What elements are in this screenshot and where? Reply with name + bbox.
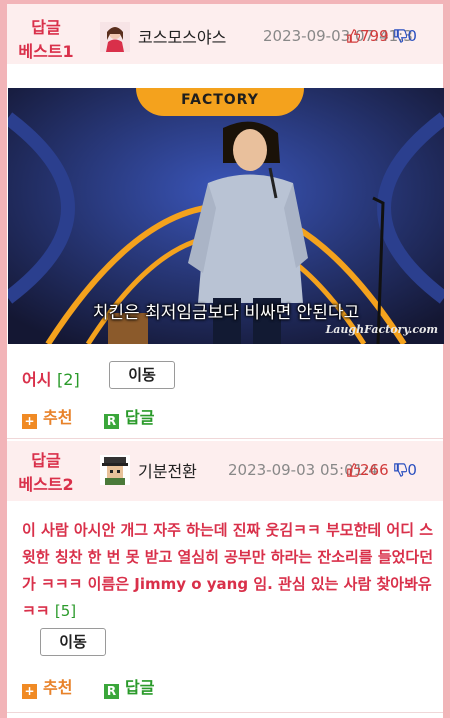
upvote-button[interactable]: 799 xyxy=(346,27,393,45)
thumbs-down-icon xyxy=(394,29,408,43)
reply-count: [5] xyxy=(54,602,77,620)
divider xyxy=(7,712,443,713)
plus-icon: + xyxy=(22,414,37,429)
avatar[interactable] xyxy=(100,22,130,52)
post-title-text: 어시 xyxy=(22,370,52,389)
downvote-count: 0 xyxy=(407,461,417,479)
reply-count: [2] xyxy=(57,370,80,389)
post-title[interactable]: 어시 [2] xyxy=(22,366,80,390)
reply-button[interactable]: R 답글 xyxy=(104,404,154,429)
best-label: 답글 베스트1 xyxy=(8,16,84,64)
downvote-button[interactable]: 0 xyxy=(393,461,417,479)
reply-button[interactable]: R 답글 xyxy=(104,674,154,699)
upvote-count: 799 xyxy=(360,27,389,45)
best-label-line2: 베스트2 xyxy=(18,475,74,494)
reply-r-icon: R xyxy=(104,684,119,699)
recommend-label: 추천 xyxy=(43,408,73,427)
thumbs-up-icon xyxy=(347,463,360,477)
best-label-line2: 베스트1 xyxy=(18,42,74,61)
best-label-line1: 답글 xyxy=(31,451,61,470)
stage-sign: FACTORY xyxy=(136,88,304,116)
nickname[interactable]: 코스모스야스 xyxy=(138,24,226,48)
divider xyxy=(7,438,443,439)
image-watermark: LaughFactory.com xyxy=(325,323,438,336)
post-body-text: 이 사람 아시안 개그 자주 하는데 진짜 웃김ㅋㅋ 부모한테 어디 스윗한 칭… xyxy=(22,521,434,620)
move-button[interactable]: 이동 xyxy=(109,361,175,389)
reply-label: 답글 xyxy=(125,408,155,427)
post-body: 이 사람 아시안 개그 자주 하는데 진짜 웃김ㅋㅋ 부모한테 어디 스윗한 칭… xyxy=(22,517,436,625)
nickname[interactable]: 기분전환 xyxy=(138,458,197,482)
reply-label: 답글 xyxy=(125,678,155,697)
upvote-button[interactable]: 266 xyxy=(346,461,393,479)
downvote-count: 0 xyxy=(407,27,417,45)
recommend-button[interactable]: + 추천 xyxy=(22,674,72,699)
recommend-label: 추천 xyxy=(43,678,73,697)
best-label: 답글 베스트2 xyxy=(8,449,84,497)
upvote-count: 266 xyxy=(360,461,389,479)
reply-r-icon: R xyxy=(104,414,119,429)
stage-sign-text: FACTORY xyxy=(181,92,259,108)
plus-icon: + xyxy=(22,684,37,699)
thumbs-up-icon xyxy=(347,29,360,43)
post-image[interactable]: FACTORY 치킨은 최저임금보다 비싸면 안된다고 LaughFactory… xyxy=(8,88,444,344)
vote-counts: 266 0 xyxy=(346,461,417,479)
best-label-line1: 답글 xyxy=(31,18,61,37)
thumbs-down-icon xyxy=(394,463,408,477)
move-button[interactable]: 이동 xyxy=(40,628,106,656)
avatar[interactable] xyxy=(100,455,130,485)
vote-counts: 799 0 xyxy=(346,27,417,45)
downvote-button[interactable]: 0 xyxy=(393,27,417,45)
image-caption: 치킨은 최저임금보다 비싸면 안된다고 xyxy=(92,303,360,323)
recommend-button[interactable]: + 추천 xyxy=(22,404,72,429)
